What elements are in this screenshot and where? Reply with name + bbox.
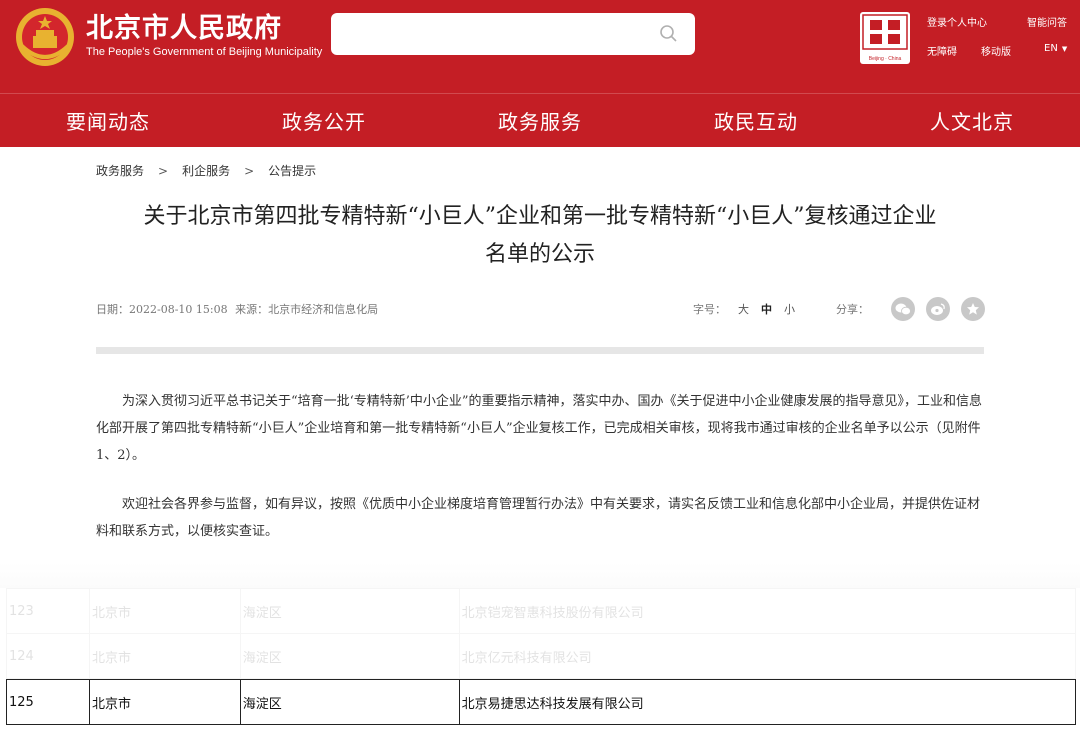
company-list-table-highlight: 125 北京市 海淀区 北京易捷思达科技发展有限公司 (6, 679, 1077, 725)
publish-date: 日期：2022-08-10 15:08 (96, 303, 228, 316)
mobile-version-link[interactable]: 移动版 (981, 43, 1011, 58)
table-cell-district: 海淀区 (239, 633, 460, 679)
article-source: 来源：北京市经济和信息化局 (235, 303, 379, 316)
table-cell-district: 海淀区 (239, 588, 460, 634)
share-label: 分享： (836, 303, 869, 316)
weibo-share-icon[interactable] (926, 297, 950, 321)
table-cell-company: 北京铠宠智惠科技股份有限公司 (458, 588, 1077, 634)
search-input[interactable] (331, 13, 695, 55)
image-split-gap (0, 562, 1080, 588)
company-list-table-faded: 123 北京市 海淀区 北京铠宠智惠科技股份有限公司 124 北京市 海淀区 北… (6, 588, 1077, 679)
site-subtitle: The People's Government of Beijing Munic… (86, 46, 323, 58)
article-paragraph-1: 为深入贯彻习近平总书记关于“培育一批‘专精特新’中小企业”的重要指示精神，落实中… (96, 394, 983, 463)
nav-gov-services[interactable]: 政务服务 (432, 94, 648, 147)
site-title[interactable]: 北京市人民政府 (86, 6, 282, 45)
font-size-large[interactable]: 大 (738, 301, 749, 317)
nav-news[interactable]: 要闻动态 (0, 94, 216, 147)
breadcrumb-business-services[interactable]: 利企服务 (182, 162, 230, 179)
main-nav: 要闻动态 政务公开 政务服务 政民互动 人文北京 (0, 93, 1080, 147)
table-cell-city: 北京市 (88, 679, 241, 725)
font-size-label: 字号： (693, 303, 726, 316)
article-meta: 日期：2022-08-10 15:08 来源：北京市经济和信息化局 (96, 301, 382, 317)
search-icon[interactable] (659, 24, 679, 44)
table-cell-no: 123 (6, 588, 90, 634)
nav-gov-affairs-open[interactable]: 政务公开 (216, 94, 432, 147)
table-row-highlight: 125 北京市 海淀区 北京易捷思达科技发展有限公司 (6, 679, 1077, 725)
language-label: EN (1044, 43, 1058, 54)
language-switch[interactable]: EN ▼ (1044, 43, 1067, 54)
article-title: 关于北京市第四批专精特新“小巨人”企业和第一批专精特新“小巨人”复核通过企业 名… (90, 198, 990, 274)
caret-down-icon: ▼ (1061, 45, 1068, 53)
breadcrumb-separator: > (244, 163, 255, 178)
breadcrumb-notices[interactable]: 公告提示 (268, 162, 316, 179)
font-size-small[interactable]: 小 (784, 301, 795, 317)
capital-window-badge[interactable]: Beijing · China (860, 12, 910, 64)
wechat-share-icon[interactable] (891, 297, 915, 321)
table-cell-no: 124 (6, 633, 90, 679)
nav-culture[interactable]: 人文北京 (864, 94, 1080, 147)
smart-qa-link[interactable]: 智能问答 (1027, 14, 1067, 29)
table-row: 123 北京市 海淀区 北京铠宠智惠科技股份有限公司 (6, 588, 1077, 634)
article-paragraph-2: 欢迎社会各界参与监督，如有异议，按照《优质中小企业梯度培育管理暂行办法》中有关要… (96, 497, 981, 539)
table-cell-city: 北京市 (88, 588, 241, 634)
breadcrumb-gov-services[interactable]: 政务服务 (96, 162, 144, 179)
site-header: 北京市人民政府 The People's Government of Beiji… (0, 0, 1080, 93)
font-size-medium[interactable]: 中 (761, 301, 772, 317)
table-row: 124 北京市 海淀区 北京亿元科技有限公司 (6, 633, 1077, 679)
breadcrumb-separator: > (158, 163, 169, 178)
table-cell-no: 125 (6, 679, 90, 725)
table-cell-city: 北京市 (88, 633, 241, 679)
national-emblem-icon (14, 6, 76, 68)
content-divider (96, 347, 984, 354)
nav-interaction[interactable]: 政民互动 (648, 94, 864, 147)
table-cell-district: 海淀区 (239, 679, 460, 725)
table-cell-company: 北京易捷思达科技发展有限公司 (458, 679, 1077, 725)
table-cell-company: 北京亿元科技有限公司 (458, 633, 1077, 679)
login-link[interactable]: 登录个人中心 (927, 14, 987, 29)
badge-caption: Beijing · China (868, 56, 902, 62)
article-title-line2: 名单的公示 (484, 242, 595, 267)
accessibility-link[interactable]: 无障碍 (927, 43, 957, 58)
font-size-control: 字号： 大 中 小 (693, 301, 795, 317)
favorite-star-icon[interactable] (961, 297, 985, 321)
breadcrumb: 政务服务 > 利企服务 > 公告提示 (96, 162, 316, 179)
article-title-line1: 关于北京市第四批专精特新“小巨人”企业和第一批专精特新“小巨人”复核通过企业 (143, 204, 937, 229)
